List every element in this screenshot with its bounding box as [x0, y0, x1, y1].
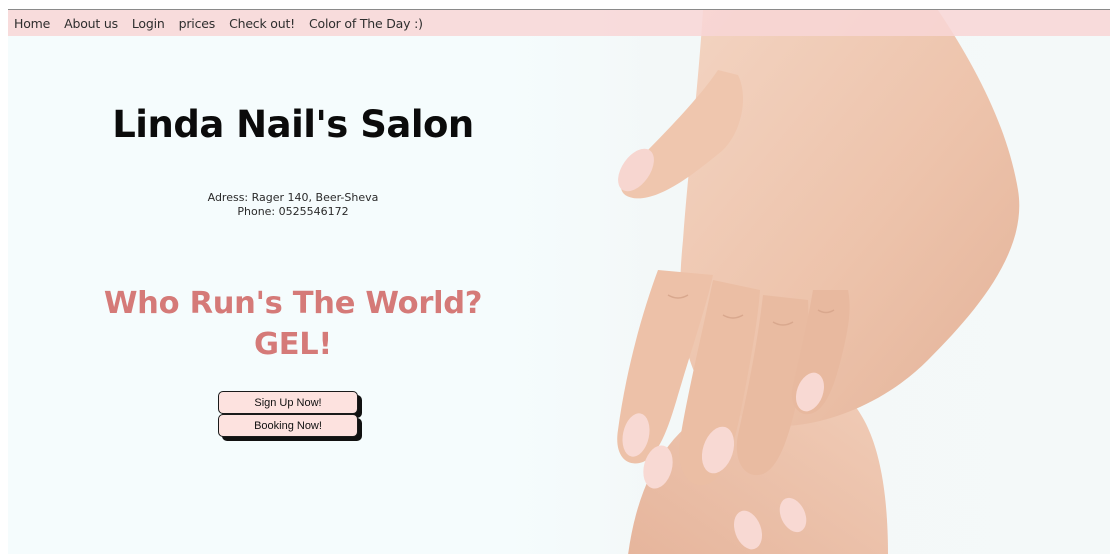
- top-nav: Home About us Login prices Check out! Co…: [8, 10, 1110, 36]
- nav-check-out[interactable]: Check out!: [229, 16, 295, 31]
- nav-home[interactable]: Home: [14, 16, 50, 31]
- page-body: Home About us Login prices Check out! Co…: [8, 9, 1110, 554]
- nav-color-of-the-day[interactable]: Color of The Day :): [309, 16, 423, 31]
- hands-photo: [508, 10, 1110, 554]
- hero-content: Linda Nail's Salon Adress: Rager 140, Be…: [78, 10, 508, 554]
- browser-viewport: Home About us Login prices Check out! Co…: [0, 0, 1110, 554]
- phone-text: Phone: 0525546172: [237, 205, 349, 218]
- booking-button[interactable]: Booking Now!: [218, 414, 358, 437]
- slogan: Who Run's The World? GEL!: [78, 283, 508, 365]
- salon-title: Linda Nail's Salon: [112, 103, 474, 146]
- address-text: Adress: Rager 140, Beer-Sheva: [207, 191, 379, 204]
- hands-illustration: [508, 10, 1110, 554]
- slogan-line-2: GEL!: [253, 327, 332, 362]
- slogan-line-1: Who Run's The World?: [103, 286, 483, 321]
- contact-info: Adress: Rager 140, Beer-Sheva Phone: 052…: [78, 191, 508, 219]
- nav-prices[interactable]: prices: [179, 16, 216, 31]
- nav-login[interactable]: Login: [132, 16, 165, 31]
- sign-up-button[interactable]: Sign Up Now!: [218, 391, 358, 414]
- nav-about-us[interactable]: About us: [64, 16, 118, 31]
